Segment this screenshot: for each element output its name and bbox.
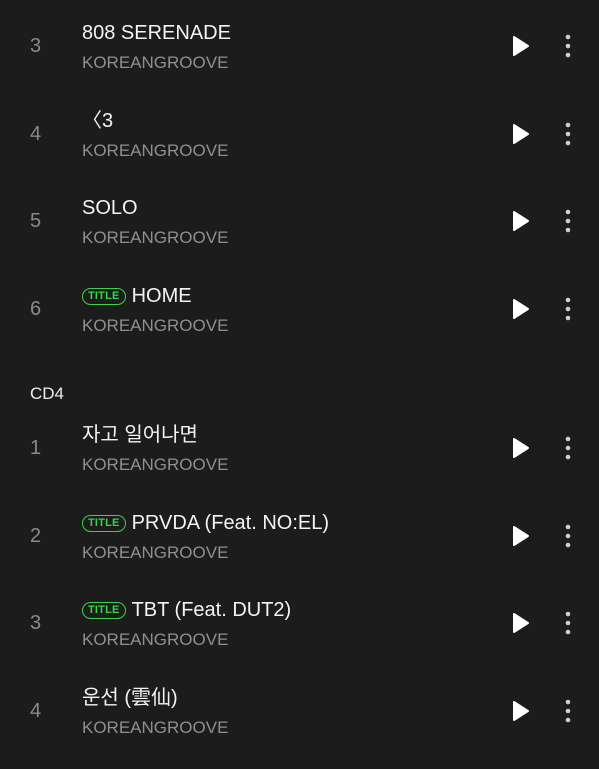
track-number: 5: [30, 210, 42, 232]
more-vertical-icon: [565, 436, 571, 460]
track-title: TBT (Feat. DUT2): [131, 599, 292, 621]
more-options-button[interactable]: [556, 295, 580, 323]
track-artist[interactable]: KOREANGROOVE: [82, 52, 228, 74]
track-title-row: SOLO: [82, 194, 138, 222]
play-icon: [513, 299, 529, 319]
track-number: 4: [30, 123, 42, 145]
track-artist[interactable]: KOREANGROOVE: [82, 454, 228, 476]
track-title: 자고 일어나면: [82, 424, 198, 446]
track-row[interactable]: 5 SOLO KOREANGROOVE: [0, 177, 599, 265]
play-icon: [513, 438, 529, 458]
more-options-button[interactable]: [556, 609, 580, 637]
more-options-button[interactable]: [556, 120, 580, 148]
track-number: 4: [30, 700, 42, 722]
title-track-badge: TITLE: [82, 601, 126, 619]
disc-section-header: CD4: [30, 384, 65, 403]
track-title-row: 자고 일어나면: [82, 421, 198, 449]
track-row[interactable]: 3 TITLE TBT (Feat. DUT2) KOREANGROOVE: [0, 579, 599, 667]
track-list: 3 808 SERENADE KOREANGROOVE 4 〈3 KOREANG…: [0, 0, 599, 769]
more-options-button[interactable]: [556, 522, 580, 550]
track-artist[interactable]: KOREANGROOVE: [82, 542, 228, 564]
play-icon: [513, 526, 529, 546]
track-row[interactable]: 6 TITLE HOME KOREANGROOVE: [0, 265, 599, 353]
track-artist[interactable]: KOREANGROOVE: [82, 140, 228, 162]
track-title: 808 SERENADE: [82, 22, 231, 44]
title-track-badge: TITLE: [82, 514, 126, 532]
track-title-row: 808 SERENADE: [82, 19, 231, 47]
play-button[interactable]: [508, 297, 532, 321]
track-artist[interactable]: KOREANGROOVE: [82, 629, 228, 651]
play-button[interactable]: [508, 436, 532, 460]
play-icon: [513, 36, 529, 56]
more-options-button[interactable]: [556, 434, 580, 462]
track-row[interactable]: 1 자고 일어나면 KOREANGROOVE: [0, 404, 599, 492]
play-button[interactable]: [508, 611, 532, 635]
track-row[interactable]: 4 〈3 KOREANGROOVE: [0, 90, 599, 178]
track-title: 운선 (雲仙): [82, 687, 178, 709]
play-button[interactable]: [508, 122, 532, 146]
more-options-button[interactable]: [556, 697, 580, 725]
play-button[interactable]: [508, 209, 532, 233]
more-vertical-icon: [565, 611, 571, 635]
more-vertical-icon: [565, 209, 571, 233]
track-title-row: TITLE HOME: [82, 282, 192, 310]
track-title: 〈3: [82, 110, 114, 132]
track-number: 3: [30, 612, 42, 634]
track-title-row: 운선 (雲仙): [82, 684, 178, 712]
track-row[interactable]: 2 TITLE PRVDA (Feat. NO:EL) KOREANGROOVE: [0, 492, 599, 580]
track-title-row: TITLE TBT (Feat. DUT2): [82, 596, 291, 624]
more-vertical-icon: [565, 699, 571, 723]
track-artist[interactable]: KOREANGROOVE: [82, 717, 228, 739]
track-number: 1: [30, 437, 42, 459]
track-number: 6: [30, 298, 42, 320]
play-icon: [513, 701, 529, 721]
play-icon: [513, 124, 529, 144]
track-row[interactable]: 3 808 SERENADE KOREANGROOVE: [0, 2, 599, 90]
more-vertical-icon: [565, 34, 571, 58]
track-title: PRVDA (Feat. NO:EL): [131, 512, 330, 534]
track-number: 2: [30, 525, 42, 547]
track-number: 3: [30, 35, 42, 57]
play-button[interactable]: [508, 699, 532, 723]
more-options-button[interactable]: [556, 32, 580, 60]
track-title: SOLO: [82, 197, 138, 219]
more-vertical-icon: [565, 297, 571, 321]
track-title-row: 〈3: [82, 107, 113, 135]
play-button[interactable]: [508, 524, 532, 548]
play-icon: [513, 613, 529, 633]
track-row[interactable]: 4 운선 (雲仙) KOREANGROOVE: [0, 667, 599, 755]
more-vertical-icon: [565, 122, 571, 146]
track-artist[interactable]: KOREANGROOVE: [82, 227, 228, 249]
title-track-badge: TITLE: [82, 287, 126, 305]
more-options-button[interactable]: [556, 207, 580, 235]
track-artist[interactable]: KOREANGROOVE: [82, 315, 228, 337]
play-icon: [513, 211, 529, 231]
play-button[interactable]: [508, 34, 532, 58]
track-title-row: TITLE PRVDA (Feat. NO:EL): [82, 509, 329, 537]
track-title: HOME: [131, 285, 192, 307]
more-vertical-icon: [565, 524, 571, 548]
